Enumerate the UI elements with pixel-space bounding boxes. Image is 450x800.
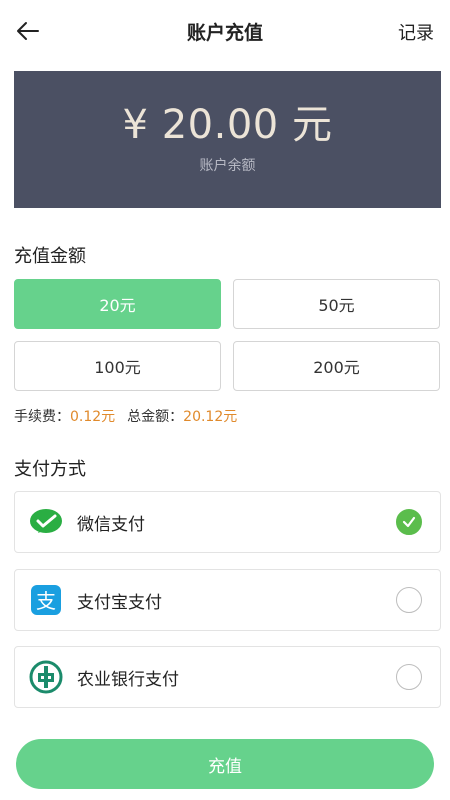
total-label: 总金额： (127, 409, 184, 425)
recharge-section-title: 充值金额 (14, 246, 86, 267)
fee-summary: 手续费：0.12元 总金额：20.12元 (14, 406, 237, 426)
radio-unchecked-icon[interactable] (396, 664, 422, 690)
payment-section-title: 支付方式 (14, 459, 86, 480)
recharge-submit-button[interactable]: 充值 (16, 739, 434, 789)
amount-option-100[interactable]: 100元 (14, 341, 221, 391)
header-bar: 账户充值 记录 (0, 0, 450, 62)
amount-option-20[interactable]: 20元 (14, 279, 221, 329)
payment-option-alipay[interactable]: 支 支付宝支付 (14, 569, 441, 631)
radio-unchecked-icon[interactable] (396, 587, 422, 613)
fee-label: 手续费： (14, 409, 70, 425)
amount-option-200[interactable]: 200元 (233, 341, 440, 391)
amount-option-50[interactable]: 50元 (233, 279, 440, 329)
back-arrow-icon[interactable] (14, 17, 42, 45)
total-value: 20.12元 (183, 409, 238, 425)
payment-label-alipay: 支付宝支付 (77, 592, 162, 613)
balance-amount: ¥ 20.00 元 (122, 101, 333, 148)
abc-bank-icon (29, 660, 63, 694)
payment-option-wechat[interactable]: 微信支付 (14, 491, 441, 553)
alipay-icon: 支 (29, 583, 63, 617)
balance-label: 账户余额 (199, 157, 256, 174)
payment-label-wechat: 微信支付 (77, 514, 145, 535)
payment-option-abc-bank[interactable]: 农业银行支付 (14, 646, 441, 708)
fee-value: 0.12元 (70, 409, 116, 425)
wechat-pay-icon (29, 505, 63, 539)
payment-label-abc-bank: 农业银行支付 (77, 669, 179, 690)
page-title: 账户充值 (186, 21, 263, 44)
svg-text:支: 支 (36, 589, 56, 613)
record-link[interactable]: 记录 (398, 19, 434, 45)
radio-checked-icon[interactable] (396, 509, 422, 535)
balance-card: ¥ 20.00 元 账户余额 (14, 71, 441, 208)
